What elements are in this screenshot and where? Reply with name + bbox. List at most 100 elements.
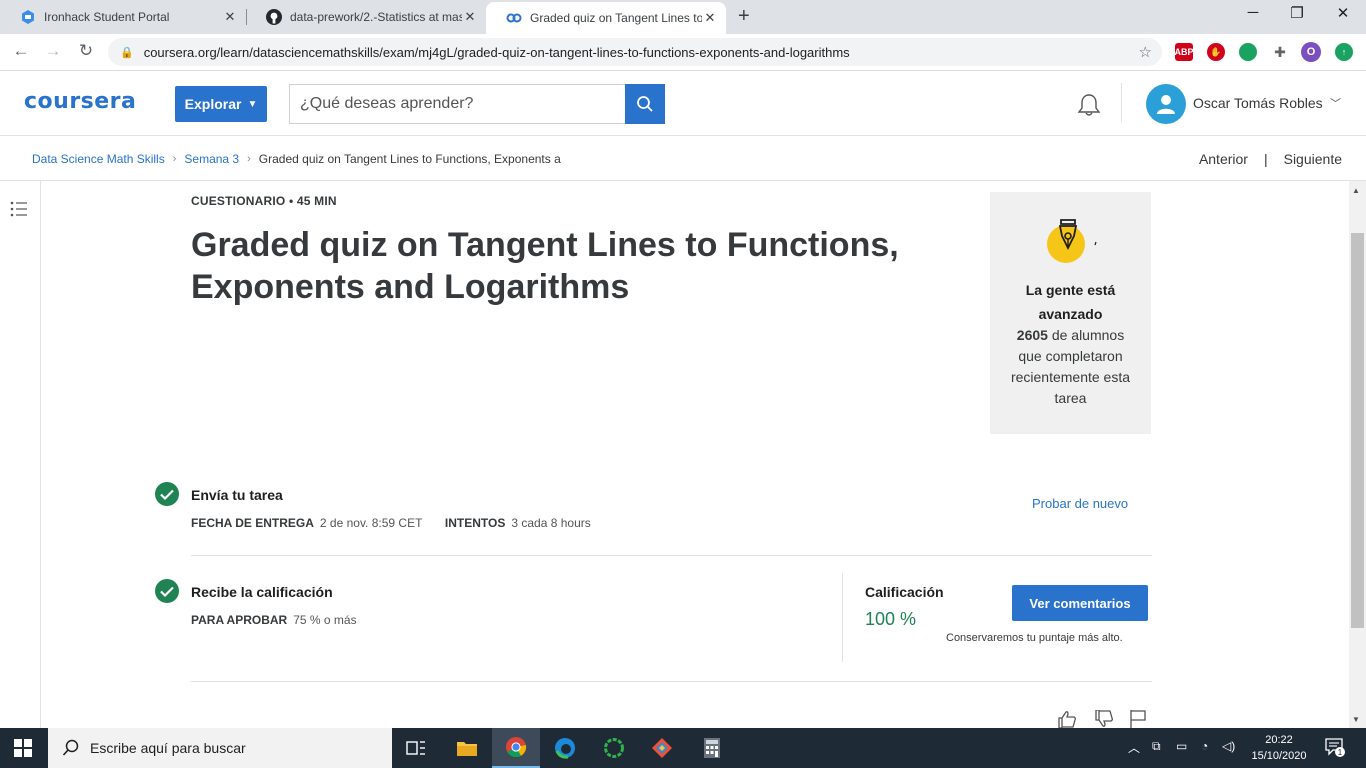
close-window-button[interactable]: ✕ bbox=[1320, 4, 1366, 22]
breadcrumb-chevron-icon: › bbox=[172, 153, 177, 165]
tab-title: Ironhack Student Portal bbox=[44, 10, 170, 24]
bookmark-star-icon[interactable]: ☆ bbox=[1139, 43, 1152, 61]
browser-tab-ironhack[interactable]: Ironhack Student Portal ✕ bbox=[0, 0, 246, 34]
completed-check-icon bbox=[155, 579, 179, 603]
browser-tab-coursera-active[interactable]: Graded quiz on Tangent Lines to Function… bbox=[486, 2, 726, 34]
search-icon bbox=[62, 739, 79, 756]
browser-tab-github[interactable]: data-prework/2.-Statistics at master ✕ bbox=[246, 0, 486, 34]
explore-button[interactable]: Explorar ▼ bbox=[175, 86, 267, 122]
left-rail bbox=[0, 181, 41, 728]
edge-taskbar-icon[interactable] bbox=[541, 728, 589, 768]
nav-divider: | bbox=[1263, 151, 1268, 167]
progress-promo-card: La gente está avanzado 2605 de alumnos q… bbox=[990, 192, 1151, 434]
view-feedback-button[interactable]: Ver comentarios bbox=[1012, 585, 1148, 621]
wifi-icon[interactable]: ◔ bbox=[1201, 739, 1208, 753]
pen-badge-icon bbox=[1047, 219, 1097, 263]
scrollbar-thumb[interactable] bbox=[1351, 233, 1364, 628]
taskbar-search-input[interactable]: Escribe aquí para buscar bbox=[48, 728, 392, 768]
browser-tabstrip: Ironhack Student Portal ✕ data-prework/2… bbox=[0, 0, 1366, 34]
system-clock[interactable]: 20:22 15/10/2020 bbox=[1248, 732, 1310, 764]
pass-label: PARA APROBAR bbox=[191, 613, 288, 627]
volume-icon[interactable]: ◁) bbox=[1222, 739, 1235, 753]
section-divider bbox=[191, 681, 1152, 682]
breadcrumb-week[interactable]: Semana 3 bbox=[184, 152, 239, 166]
scroll-down-arrow-icon[interactable]: ▼ bbox=[1352, 715, 1360, 724]
tab-close-icon[interactable]: ✕ bbox=[462, 9, 478, 25]
browser-toolbar: ← → ↻ 🔒 coursera.org/learn/datasciencema… bbox=[0, 34, 1366, 71]
previous-link[interactable]: Anterior bbox=[1199, 151, 1248, 167]
tab-close-icon[interactable]: ✕ bbox=[702, 10, 718, 26]
user-avatar[interactable] bbox=[1146, 84, 1186, 124]
adblock-extension-icon[interactable]: ABP bbox=[1175, 43, 1194, 61]
forward-icon[interactable]: → bbox=[42, 41, 64, 61]
item-type-label: CUESTIONARIO • 45 MIN bbox=[191, 194, 337, 208]
profile-avatar[interactable]: O bbox=[1301, 42, 1321, 62]
breadcrumb-course[interactable]: Data Science Math Skills bbox=[32, 152, 165, 166]
stop-extension-icon[interactable]: ✋ bbox=[1207, 43, 1225, 61]
chrome-taskbar-icon[interactable] bbox=[492, 728, 540, 768]
course-menu-icon[interactable] bbox=[10, 201, 28, 217]
tab-close-icon[interactable]: ✕ bbox=[222, 9, 238, 25]
back-icon[interactable]: ← bbox=[10, 41, 32, 61]
user-silhouette-icon bbox=[1157, 95, 1175, 114]
promo-count: 2605 bbox=[1016, 327, 1048, 343]
update-arrow-icon[interactable]: ↑ bbox=[1335, 43, 1353, 61]
reload-icon[interactable]: ↻ bbox=[75, 41, 97, 61]
clock-date: 15/10/2020 bbox=[1251, 750, 1307, 762]
tray-chevron-up-icon[interactable]: ︿ bbox=[1128, 739, 1140, 756]
submit-step-meta: FECHA DE ENTREGA 2 de nov. 8:59 CET INTEN… bbox=[191, 516, 591, 530]
site-header: coursera Explorar ▼ ¿Qué deseas aprender… bbox=[0, 71, 1366, 136]
user-name[interactable]: Oscar Tomás Robles bbox=[1193, 95, 1323, 111]
grade-step-title: Recibe la calificación bbox=[191, 584, 333, 600]
chat-extension-icon[interactable] bbox=[1239, 43, 1257, 61]
coursera-logo[interactable]: coursera bbox=[24, 89, 136, 114]
battery-icon[interactable]: ▭ bbox=[1176, 739, 1187, 753]
promo-text: 2605 de alumnos que completaron reciente… bbox=[990, 325, 1151, 409]
chevron-down-icon: ▼ bbox=[247, 98, 258, 110]
attempts-value: 3 cada 8 hours bbox=[511, 516, 591, 530]
tray-device-icon[interactable]: ⧉ bbox=[1152, 739, 1161, 754]
github-favicon-icon bbox=[266, 9, 282, 25]
windows-start-icon[interactable] bbox=[14, 739, 32, 757]
attempts-label: INTENTOS bbox=[444, 516, 506, 530]
notification-bell-icon[interactable] bbox=[1076, 93, 1102, 117]
restore-button[interactable]: ❐ bbox=[1274, 4, 1320, 22]
taskbar-search-placeholder: Escribe aquí para buscar bbox=[90, 740, 246, 756]
tab-title: data-prework/2.-Statistics at master bbox=[290, 10, 462, 24]
task-view-icon[interactable] bbox=[392, 728, 440, 768]
explore-label: Explorar bbox=[184, 96, 242, 112]
breadcrumb-bar: Data Science Math Skills › Semana 3 › Gr… bbox=[0, 136, 1366, 181]
grade-value: 100 % bbox=[865, 609, 917, 629]
breadcrumb-chevron-icon: › bbox=[247, 153, 251, 165]
scroll-up-arrow-icon[interactable]: ▲ bbox=[1352, 186, 1360, 195]
search-button[interactable] bbox=[625, 84, 665, 124]
completed-check-icon bbox=[155, 482, 179, 506]
thumbs-down-icon[interactable] bbox=[1094, 710, 1114, 728]
notification-count: 1 bbox=[1338, 748, 1343, 757]
due-label: FECHA DE ENTREGA bbox=[191, 516, 314, 530]
next-link[interactable]: Siguiente bbox=[1284, 151, 1342, 167]
pass-value: 75 % o más bbox=[293, 613, 357, 627]
breadcrumb-current: Graded quiz on Tangent Lines to Function… bbox=[258, 152, 561, 166]
search-placeholder: ¿Qué deseas aprender? bbox=[300, 95, 474, 112]
search-input[interactable]: ¿Qué deseas aprender? bbox=[289, 84, 625, 124]
extensions-puzzle-icon[interactable]: ✚ bbox=[1271, 43, 1289, 61]
file-explorer-icon[interactable] bbox=[443, 728, 491, 768]
search-icon bbox=[637, 96, 653, 112]
app-ring-icon[interactable] bbox=[590, 728, 638, 768]
thumbs-up-icon[interactable] bbox=[1057, 710, 1077, 728]
item-navigation: Anterior | Siguiente bbox=[1199, 151, 1342, 167]
retry-link[interactable]: Probar de nuevo bbox=[1032, 496, 1128, 511]
address-bar[interactable]: 🔒 coursera.org/learn/datasciencemathskil… bbox=[108, 38, 1162, 66]
notification-center-icon[interactable]: 1 bbox=[1325, 738, 1347, 758]
clock-time: 20:22 bbox=[1265, 734, 1293, 746]
header-divider bbox=[1121, 83, 1122, 123]
minimize-button[interactable]: ─ bbox=[1230, 4, 1276, 21]
calculator-icon[interactable] bbox=[688, 728, 736, 768]
grade-step-meta: PARA APROBAR 75 % o más bbox=[191, 613, 357, 627]
ironhack-favicon-icon bbox=[20, 9, 36, 25]
report-flag-icon[interactable] bbox=[1130, 710, 1146, 728]
git-app-icon[interactable] bbox=[638, 728, 686, 768]
new-tab-button[interactable]: + bbox=[738, 5, 750, 28]
user-menu-chevron-icon[interactable]: ﹀ bbox=[1330, 95, 1341, 111]
